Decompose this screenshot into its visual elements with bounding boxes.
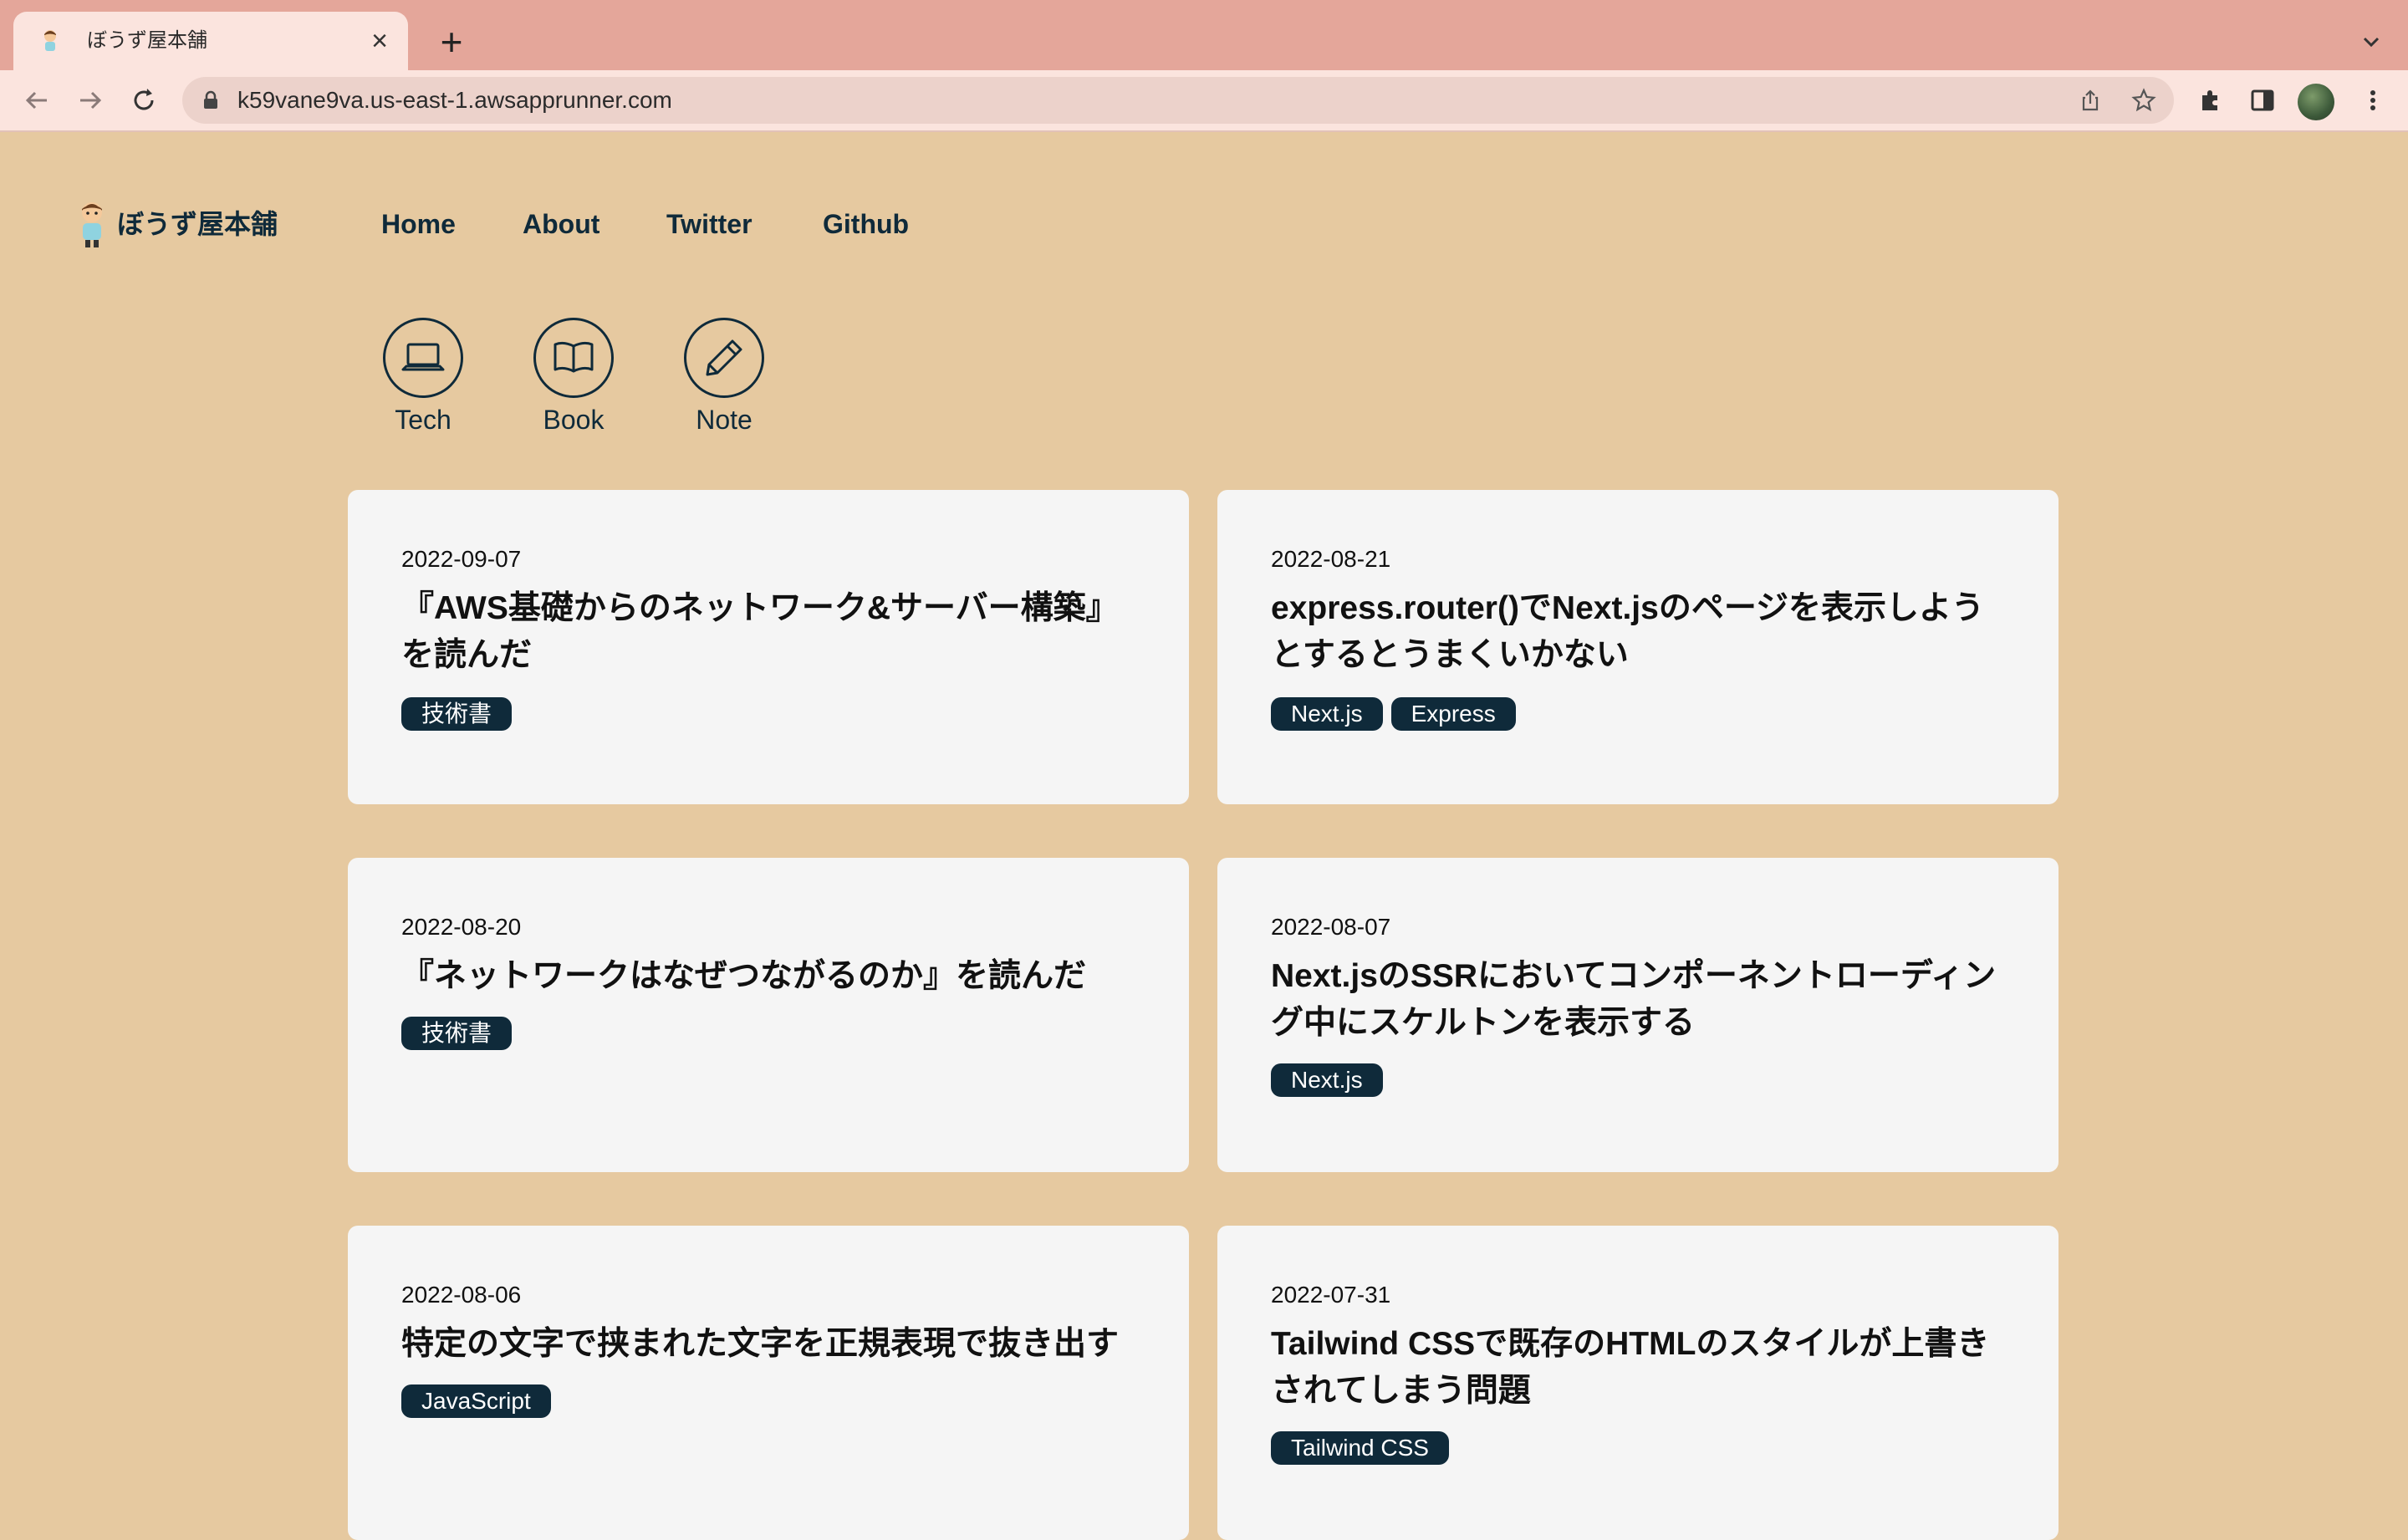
tag-badge[interactable]: 技術書 [401, 697, 513, 731]
laptop-icon [401, 343, 445, 371]
post-date: 2022-09-07 [401, 546, 522, 572]
bookmark-star-icon[interactable] [2130, 87, 2157, 114]
tab-title: ぼうず屋本舗 [87, 29, 207, 52]
post-card[interactable]: 2022-09-07 『AWS基礎からのネットワーク&サーバー構築』を読んだ 技… [348, 490, 1189, 804]
tag-badge[interactable]: JavaScript [401, 1384, 551, 1418]
profile-avatar[interactable] [2298, 84, 2334, 120]
category-note-label: Note [696, 405, 752, 435]
category-note[interactable]: Note [682, 318, 766, 436]
category-book[interactable]: Book [532, 318, 615, 436]
post-card[interactable]: 2022-08-07 Next.jsのSSRにおいてコンポーネントローディング中… [1217, 858, 2059, 1172]
site-name[interactable]: ぼうず屋本舗 [117, 207, 278, 241]
nav-github-link[interactable]: Github [823, 207, 909, 241]
category-tech-circle[interactable] [383, 318, 463, 398]
post-date: 2022-08-20 [401, 914, 522, 940]
more-menu-icon[interactable] [2358, 85, 2388, 115]
browser-toolbar: k59vane9va.us-east-1.awsapprunner.com [0, 70, 2408, 132]
category-book-label: Book [543, 405, 605, 435]
tag-badge[interactable]: Express [1390, 697, 1516, 731]
post-card[interactable]: 2022-08-06 特定の文字で挟まれた文字を正規表現で抜き出す JavaSc… [348, 1226, 1189, 1540]
category-tech[interactable]: Tech [381, 318, 465, 436]
tag-badge[interactable]: 技術書 [401, 1017, 513, 1050]
post-date: 2022-08-07 [1271, 914, 1391, 940]
share-icon[interactable] [2077, 87, 2104, 114]
post-card[interactable]: 2022-08-20 『ネットワークはなぜつながるのか』を読んだ 技術書 [348, 858, 1189, 1172]
post-title[interactable]: 特定の文字で挟まれた文字を正規表現で抜き出す [401, 1321, 1137, 1368]
tag-badge[interactable]: Next.js [1271, 1063, 1383, 1097]
category-note-circle[interactable] [684, 318, 764, 398]
new-tab-button[interactable]: + [431, 23, 472, 64]
tag-badge[interactable]: Tailwind CSS [1271, 1431, 1449, 1465]
post-title[interactable]: express.router()でNext.jsのページを表示しようとするとうま… [1271, 585, 2007, 679]
category-tech-label: Tech [395, 405, 452, 435]
post-date: 2022-08-06 [401, 1282, 522, 1308]
extensions-puzzle-icon[interactable] [2196, 85, 2226, 115]
category-book-circle[interactable] [533, 318, 614, 398]
back-arrow-icon[interactable] [20, 84, 54, 117]
lock-icon[interactable] [199, 89, 222, 112]
nav-twitter-link[interactable]: Twitter [666, 207, 752, 241]
post-tags: 技術書 [401, 697, 513, 731]
tag-badge[interactable]: Next.js [1271, 697, 1383, 731]
post-title[interactable]: Next.jsのSSRにおいてコンポーネントローディング中にスケルトンを表示する [1271, 953, 2007, 1047]
post-tags: Tailwind CSS [1271, 1431, 1449, 1465]
reload-icon[interactable] [127, 84, 161, 117]
nav-home-link[interactable]: Home [381, 207, 456, 241]
post-tags: 技術書 [401, 1017, 513, 1050]
post-date: 2022-08-21 [1271, 546, 1391, 572]
address-bar[interactable]: k59vane9va.us-east-1.awsapprunner.com [182, 77, 2174, 124]
post-tags: Next.js [1271, 1063, 1383, 1097]
site-favicon-icon [44, 30, 56, 51]
forward-arrow-icon[interactable] [74, 84, 107, 117]
post-tags: Next.js Express [1271, 697, 1516, 731]
post-title[interactable]: 『AWS基礎からのネットワーク&サーバー構築』を読んだ [401, 585, 1137, 679]
site-logo-icon[interactable] [74, 199, 110, 249]
nav-about-link[interactable]: About [523, 207, 599, 241]
post-card[interactable]: 2022-07-31 Tailwind CSSで既存のHTMLのスタイルが上書き… [1217, 1226, 2059, 1540]
post-date: 2022-07-31 [1271, 1282, 1391, 1308]
tab-search-chevron-icon[interactable] [2354, 25, 2388, 59]
post-title[interactable]: 『ネットワークはなぜつながるのか』を読んだ [401, 953, 1137, 1000]
book-icon [554, 341, 594, 373]
url-text[interactable]: k59vane9va.us-east-1.awsapprunner.com [237, 87, 672, 114]
post-title[interactable]: Tailwind CSSで既存のHTMLのスタイルが上書きされてしまう問題 [1271, 1321, 2007, 1415]
tab-strip: ぼうず屋本舗 × + [0, 0, 2408, 70]
close-tab-icon[interactable]: × [365, 26, 395, 56]
browser-tab[interactable]: ぼうず屋本舗 × [13, 12, 408, 70]
pencil-icon [706, 339, 742, 376]
post-tags: JavaScript [401, 1384, 551, 1418]
side-panel-icon[interactable] [2247, 85, 2278, 115]
post-card[interactable]: 2022-08-21 express.router()でNext.jsのページを… [1217, 490, 2059, 804]
